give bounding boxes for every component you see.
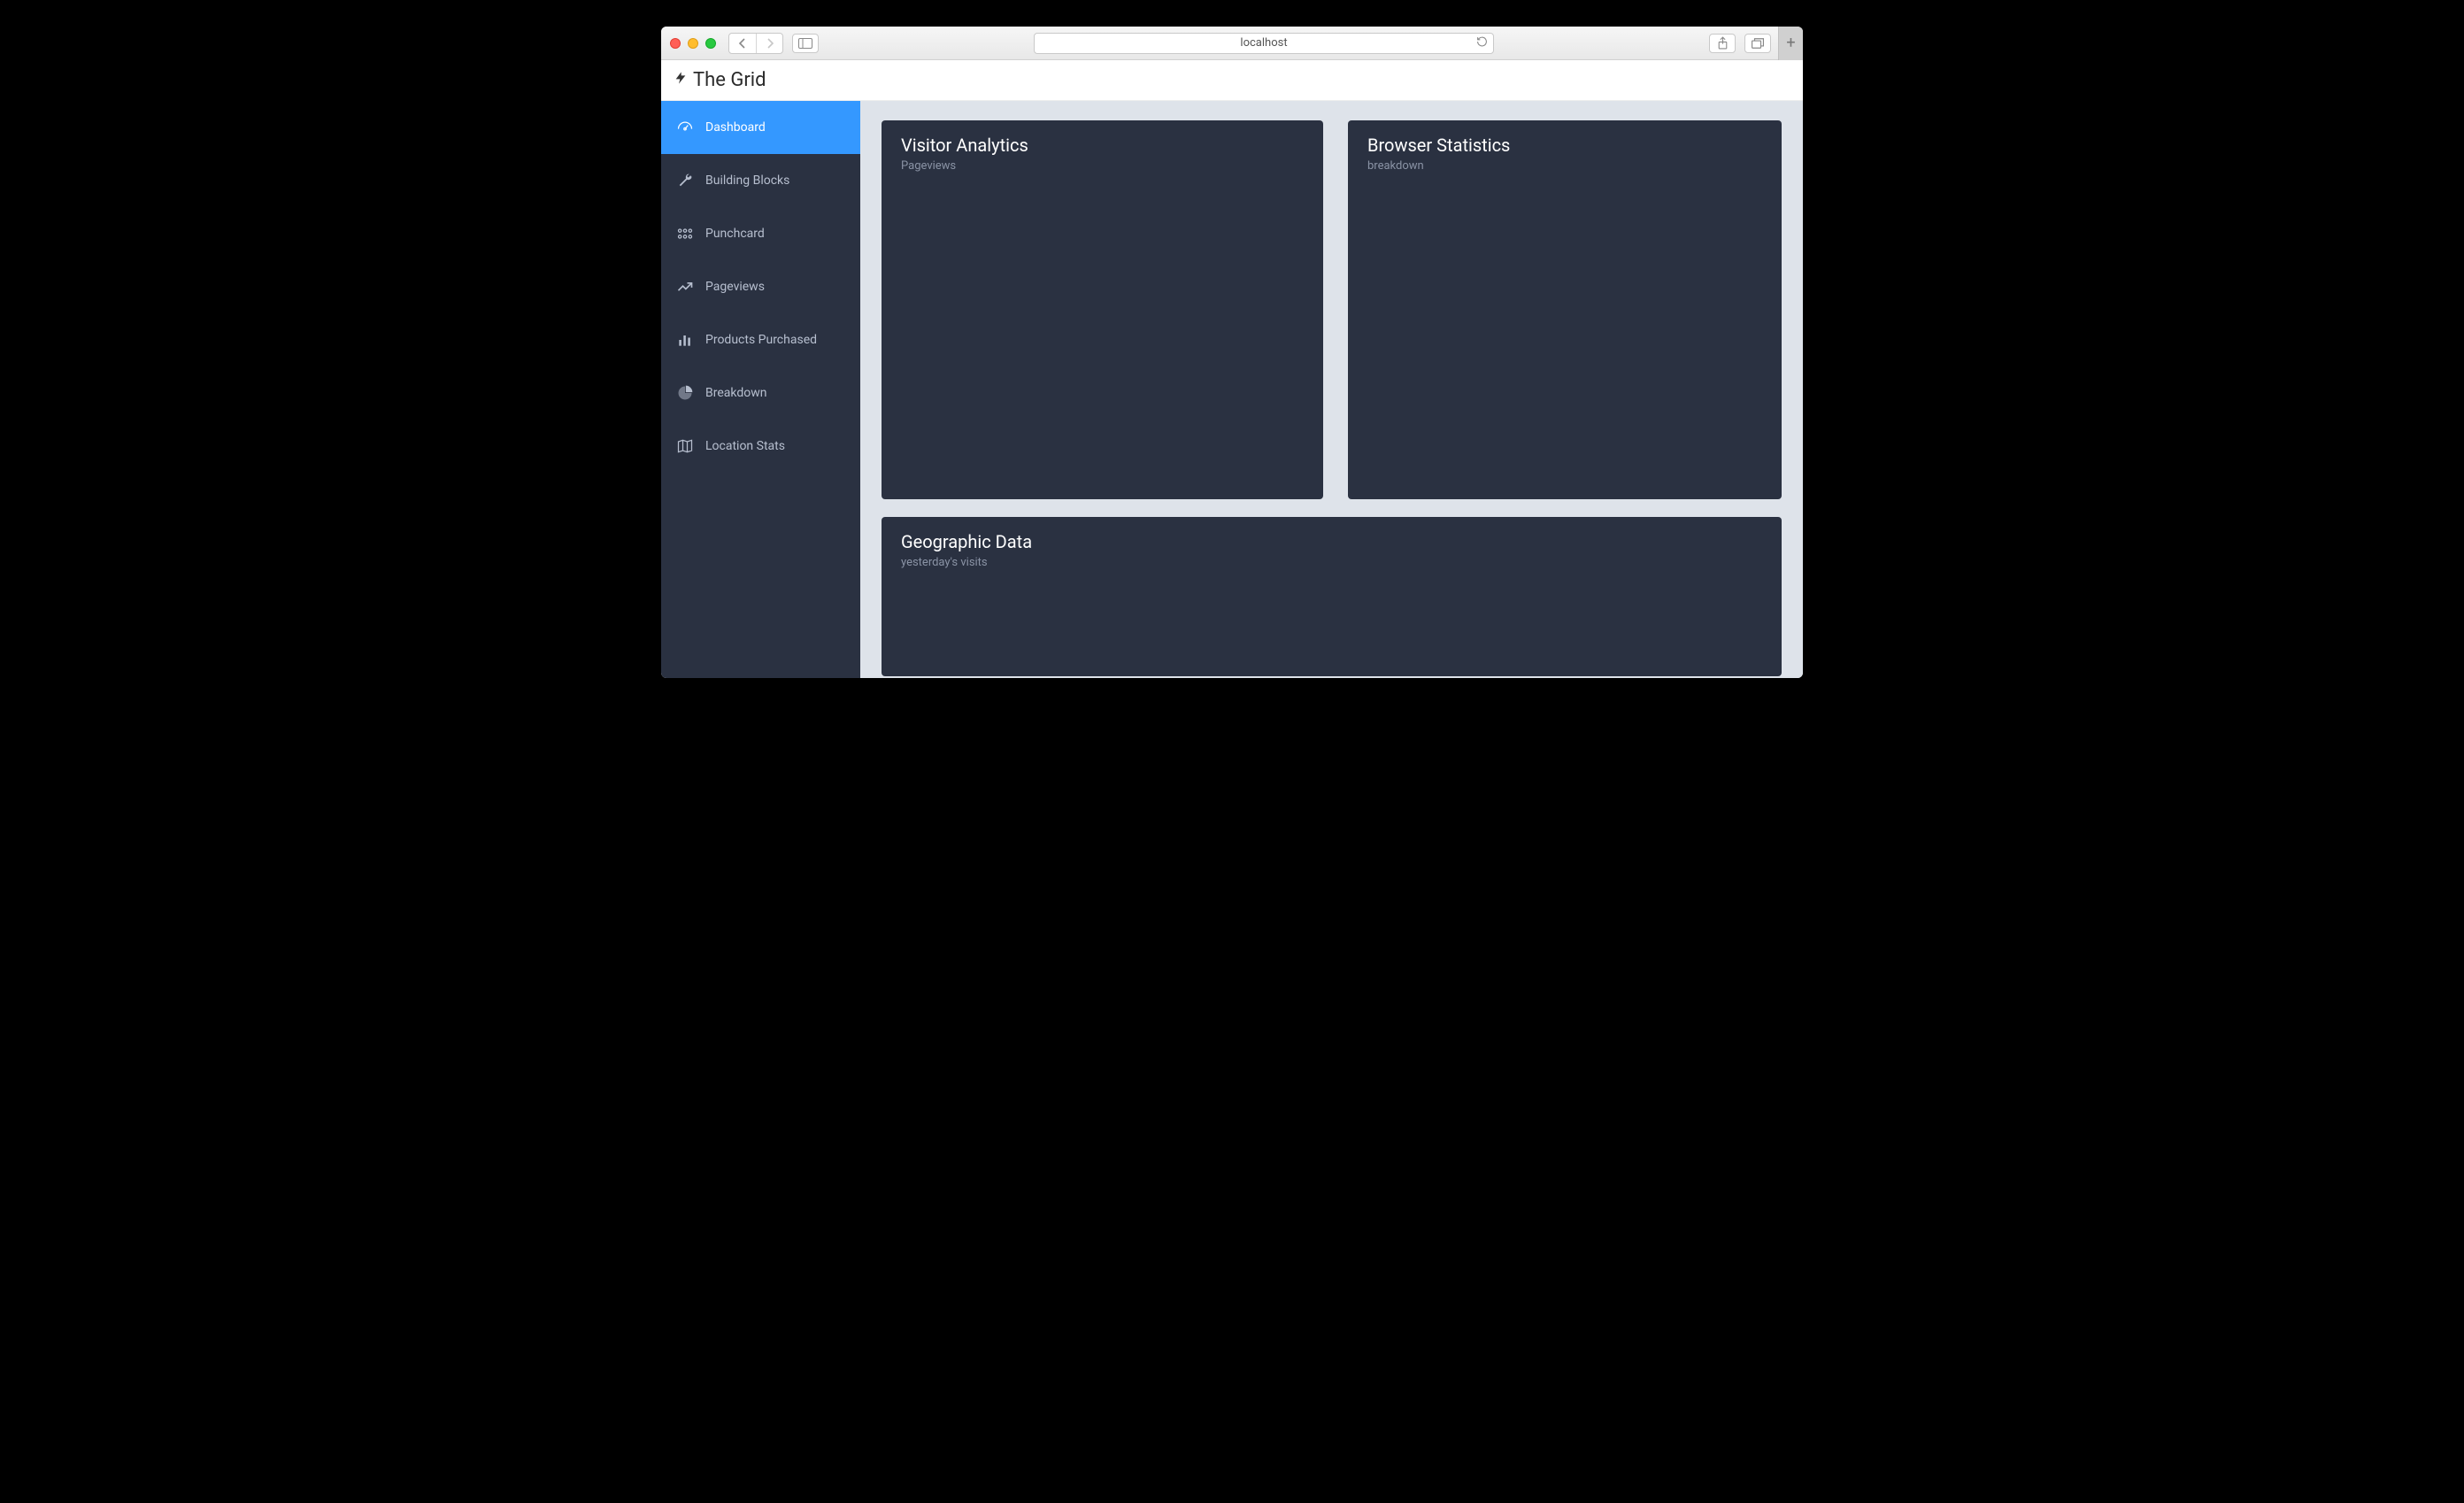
address-bar[interactable]: localhost [1034, 33, 1494, 54]
sidebar-item-breakdown[interactable]: Breakdown [661, 366, 860, 420]
card-subtitle: yesterday's visits [901, 556, 1762, 569]
card-subtitle: breakdown [1367, 159, 1762, 173]
main-content: Visitor Analytics Pageviews Browser Stat… [860, 101, 1803, 678]
card-geographic-data: Geographic Data yesterday's visits [882, 517, 1782, 676]
app-header: The Grid [661, 60, 1803, 101]
sidebar-item-label: Building Blocks [705, 173, 789, 188]
sidebar-item-label: Products Purchased [705, 333, 817, 347]
window-controls [670, 38, 716, 49]
wrench-icon [675, 172, 695, 189]
share-button[interactable] [1709, 34, 1736, 53]
sidebar-item-punchcard[interactable]: Punchcard [661, 207, 860, 260]
card-visitor-analytics: Visitor Analytics Pageviews [882, 120, 1323, 499]
map-icon [675, 437, 695, 455]
card-subtitle: Pageviews [901, 159, 1304, 173]
brand[interactable]: The Grid [674, 69, 766, 92]
address-text: localhost [1240, 36, 1287, 50]
gauge-icon [675, 119, 695, 136]
maximize-window-button[interactable] [705, 38, 716, 49]
card-title: Visitor Analytics [901, 135, 1304, 156]
sidebar-item-label: Location Stats [705, 439, 785, 453]
sidebar-item-label: Pageviews [705, 280, 765, 294]
bar-chart-icon [675, 331, 695, 349]
pie-chart-icon [675, 384, 695, 402]
lightning-icon [674, 69, 688, 92]
back-button[interactable] [729, 34, 756, 53]
card-title: Geographic Data [901, 531, 1762, 552]
sidebar-item-products-purchased[interactable]: Products Purchased [661, 313, 860, 366]
close-window-button[interactable] [670, 38, 681, 49]
sidebar-toggle-button[interactable] [792, 34, 819, 53]
card-browser-statistics: Browser Statistics breakdown [1348, 120, 1782, 499]
dots-grid-icon [675, 225, 695, 243]
forward-button[interactable] [756, 34, 782, 53]
minimize-window-button[interactable] [688, 38, 698, 49]
sidebar-item-label: Dashboard [705, 120, 766, 135]
card-title: Browser Statistics [1367, 135, 1762, 156]
tabs-button[interactable] [1744, 34, 1771, 53]
browser-window: localhost [661, 27, 1803, 678]
sidebar-item-location-stats[interactable]: Location Stats [661, 420, 860, 473]
sidebar-item-dashboard[interactable]: Dashboard [661, 101, 860, 154]
reload-icon[interactable] [1476, 35, 1488, 50]
sidebar-item-label: Breakdown [705, 386, 766, 400]
sidebar-item-label: Punchcard [705, 227, 765, 241]
sidebar: Dashboard Building Blocks [661, 101, 860, 678]
sidebar-item-building-blocks[interactable]: Building Blocks [661, 154, 860, 207]
browser-chrome: localhost [661, 27, 1803, 60]
trend-up-icon [675, 278, 695, 296]
brand-title: The Grid [693, 69, 766, 91]
sidebar-item-pageviews[interactable]: Pageviews [661, 260, 860, 313]
app-layout: Dashboard Building Blocks [661, 101, 1803, 678]
nav-button-group [728, 33, 783, 54]
new-tab-button[interactable]: + [1778, 27, 1803, 60]
toolbar-right [1709, 34, 1771, 53]
